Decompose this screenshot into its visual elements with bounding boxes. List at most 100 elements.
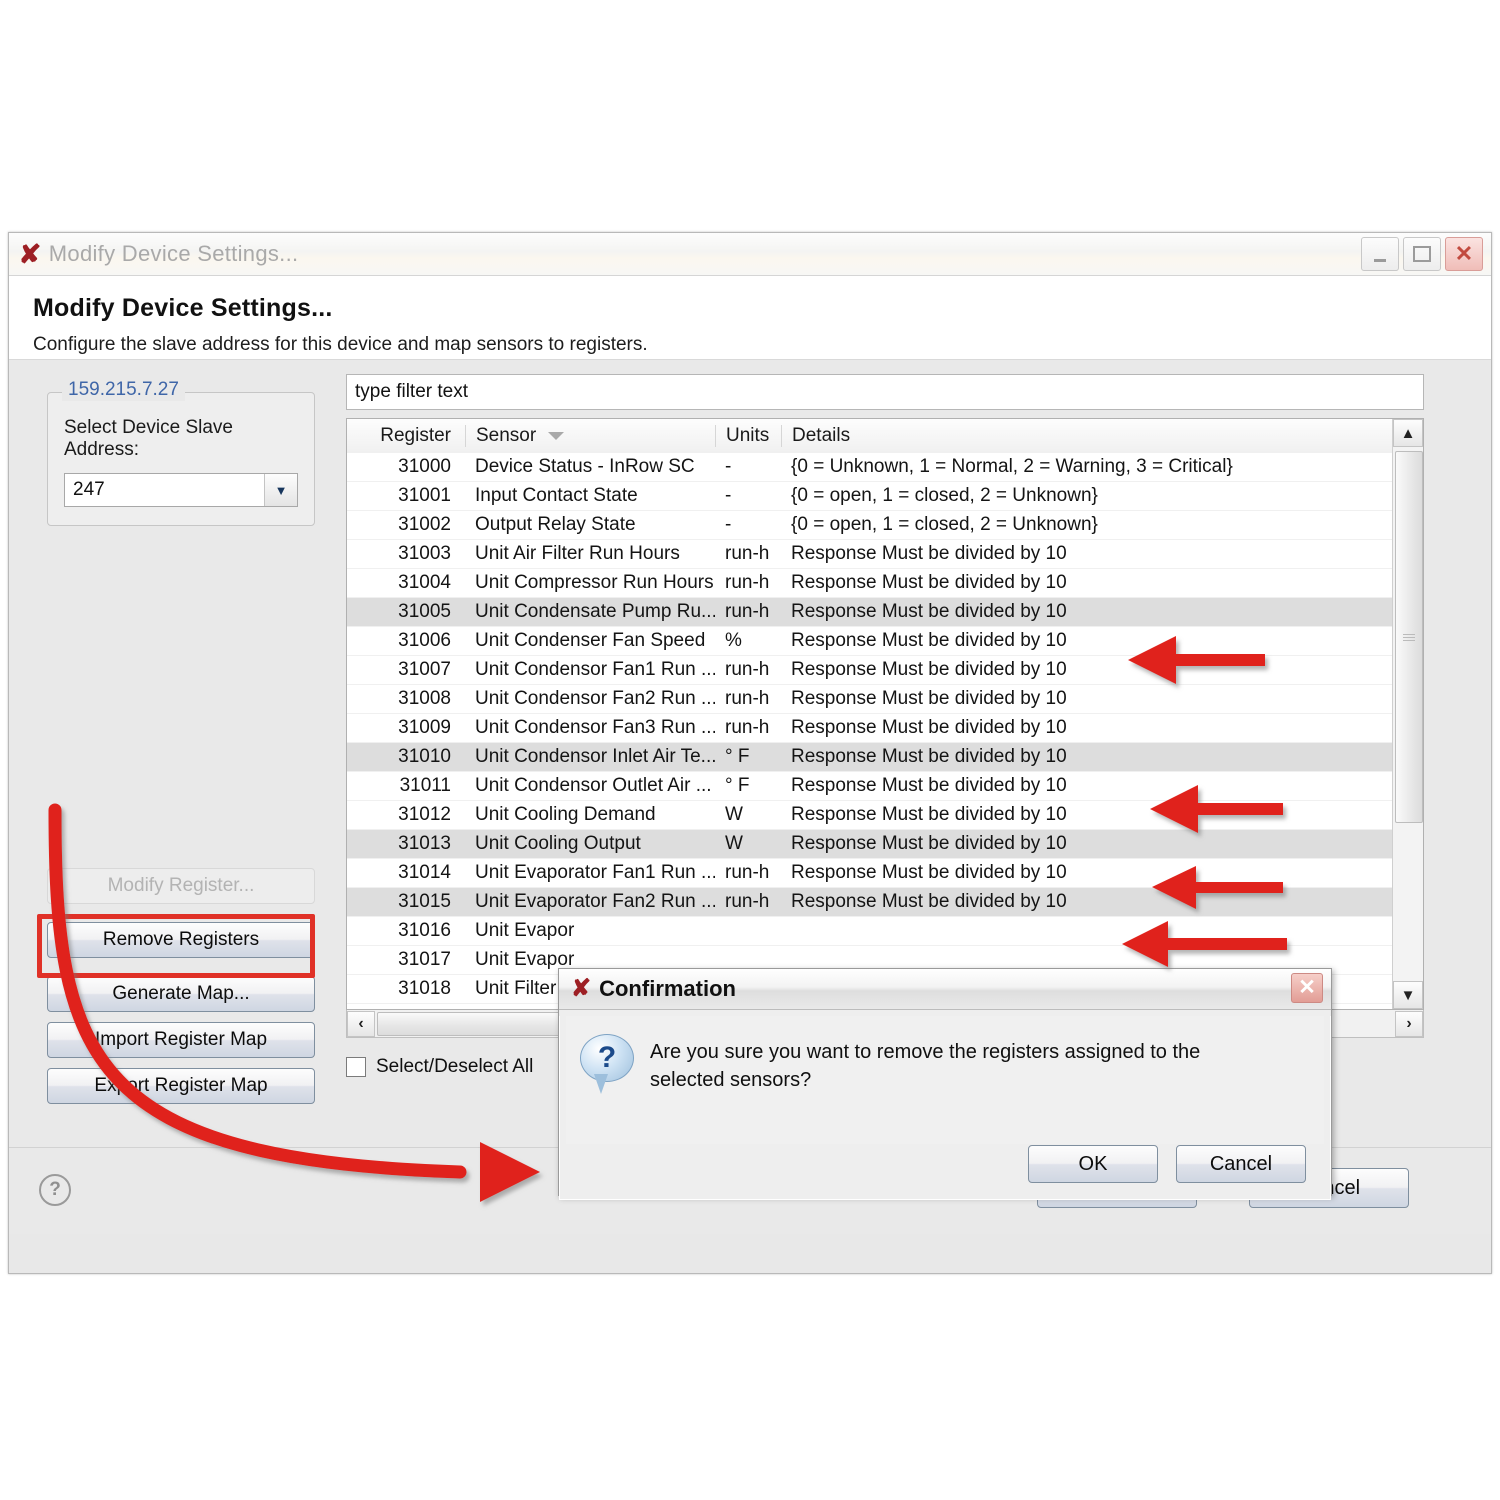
dialog-header: Modify Device Settings... Configure the …: [9, 276, 1491, 360]
confirmation-cancel-button[interactable]: Cancel: [1176, 1145, 1306, 1183]
cell-register: 31017: [398, 949, 451, 970]
table-body[interactable]: 31000 Device Status - InRow SC - {0 = Unkno…: [347, 453, 1423, 1009]
cell-units: ° F: [725, 775, 750, 796]
help-circle-icon[interactable]: ?: [39, 1174, 71, 1206]
table-row[interactable]: 31006 Unit Condenser Fan Speed% Response M…: [347, 627, 1423, 656]
remove-registers-button[interactable]: Remove Registers: [47, 922, 315, 958]
table-row[interactable]: 31012 Unit Cooling Demand W Response Must b…: [347, 801, 1423, 830]
cell-sensor: Output Relay State: [475, 514, 636, 535]
slave-address-group: 159.215.7.27 Select Device Slave Address…: [47, 379, 315, 526]
table-row[interactable]: 31005 Unit Condensate Pump Ru... run-h Resp…: [347, 598, 1423, 627]
table-row[interactable]: 31001 Input Contact State - {0 = open, 1 = …: [347, 482, 1423, 511]
cell-sensor: Unit Condenser Fan Speed: [475, 630, 706, 651]
confirmation-close-button[interactable]: ✕: [1291, 973, 1323, 1003]
table-row[interactable]: 31008 Unit Condensor Fan2 Run ... run-h Res…: [347, 685, 1423, 714]
table-row[interactable]: 31011 Unit Condensor Outlet Air ... ° F Res…: [347, 772, 1423, 801]
cell-sensor: Unit Air Filter Run Hours: [475, 543, 680, 564]
confirmation-message: Are you sure you want to remove the regi…: [650, 1041, 1201, 1091]
table-row[interactable]: 31010 Unit Condensor Inlet Air Te... ° F Re…: [347, 743, 1423, 772]
chevron-down-icon[interactable]: ▼: [264, 474, 297, 506]
register-actions: Modify Register... Remove Registers Gene…: [37, 868, 315, 1114]
confirmation-message-area: ? Are you sure you want to remove the re…: [566, 1016, 1324, 1144]
cell-sensor: Unit Condensor Fan3 Run ...: [475, 717, 715, 738]
scroll-up-button[interactable]: ▲: [1393, 419, 1423, 447]
select-deselect-all-checkbox[interactable]: [346, 1057, 366, 1077]
modify-register-button[interactable]: Modify Register...: [47, 868, 315, 904]
table-row[interactable]: 31004 Unit Compressor Run Hours run-h Respo…: [347, 569, 1423, 598]
vertical-scroll-thumb[interactable]: [1395, 451, 1423, 823]
column-header-register[interactable]: Register: [347, 425, 465, 447]
cell-register: 31018: [398, 978, 451, 999]
cell-sensor: Unit Condensor Fan1 Run ...: [475, 659, 715, 680]
cell-units: %: [725, 630, 742, 651]
cell-sensor: Unit Compressor Run Hours: [475, 572, 714, 593]
table-row[interactable]: 31009 Unit Condensor Fan3 Run ... run-h Res…: [347, 714, 1423, 743]
cell-sensor: Input Contact State: [475, 485, 638, 506]
generate-map-button[interactable]: Generate Map...: [47, 976, 315, 1012]
confirmation-body: ? Are you sure you want to remove the re…: [559, 1016, 1331, 1200]
slave-address-select[interactable]: 247 ▼: [64, 473, 298, 507]
cell-register: 31002: [398, 514, 451, 535]
cell-register: 31008: [398, 688, 451, 709]
cell-register: 31012: [398, 804, 451, 825]
table-row[interactable]: 31015 Unit Evaporator Fan2 Run ... run-h Re…: [347, 888, 1423, 917]
cell-sensor: Unit Cooling Demand: [475, 804, 656, 825]
column-header-sensor-label: Sensor: [476, 425, 537, 446]
confirmation-ok-button[interactable]: OK: [1028, 1145, 1158, 1183]
cell-register: 31009: [398, 717, 451, 738]
cell-details: Response Must be divided by 10: [791, 688, 1067, 709]
export-register-map-button[interactable]: Export Register Map: [47, 1068, 315, 1104]
window-titlebar: ✘ Modify Device Settings... ✕: [9, 233, 1491, 276]
table-row[interactable]: 31003 Unit Air Filter Run Hours run-h Respo…: [347, 540, 1423, 569]
cell-sensor: Unit Cooling Output: [475, 833, 641, 854]
cell-units: -: [725, 485, 732, 506]
scroll-right-button[interactable]: ›: [1395, 1010, 1423, 1037]
vertical-scrollbar[interactable]: ▲ ▼: [1392, 419, 1423, 1009]
close-button[interactable]: ✕: [1445, 237, 1483, 271]
maximize-button[interactable]: [1403, 237, 1441, 271]
page-title: Modify Device Settings...: [33, 294, 333, 322]
cell-sensor: Device Status - InRow SC: [475, 456, 695, 477]
minimize-button[interactable]: [1361, 237, 1399, 271]
cell-details: {0 = open, 1 = closed, 2 = Unknown}: [791, 514, 1098, 535]
column-header-details[interactable]: Details: [781, 425, 1423, 447]
close-icon: ✕: [1454, 241, 1474, 266]
cell-units: run-h: [725, 659, 770, 680]
scroll-left-button[interactable]: ‹: [347, 1010, 375, 1037]
table-row[interactable]: 31007 Unit Condensor Fan1 Run ... run-h Res…: [347, 656, 1423, 685]
cell-register: 31016: [398, 920, 451, 941]
sort-descending-icon: [548, 432, 565, 440]
table-row[interactable]: 31013 Unit Cooling Output W Response Must b…: [347, 830, 1423, 859]
cell-register: 31004: [398, 572, 451, 593]
table-row[interactable]: 31002 Output Relay State - {0 = open, 1 = c…: [347, 511, 1423, 540]
cell-details: Response Must be divided by 10: [791, 659, 1067, 680]
cell-register: 31007: [398, 659, 451, 680]
cell-units: run-h: [725, 891, 770, 912]
device-ip-address: 159.215.7.27: [62, 379, 185, 401]
window-controls: ✕: [1361, 237, 1483, 271]
cell-units: run-h: [725, 862, 770, 883]
question-icon-tail: [594, 1074, 608, 1094]
cell-units: run-h: [725, 543, 770, 564]
cell-register: 31010: [398, 746, 451, 767]
filter-input[interactable]: type filter text: [346, 374, 1424, 410]
slave-address-label: Select Device Slave Address:: [64, 417, 233, 460]
cell-units: -: [725, 514, 732, 535]
import-register-map-button[interactable]: Import Register Map: [47, 1022, 315, 1058]
cell-details: Response Must be divided by 10: [791, 862, 1067, 883]
cell-units: run-h: [725, 688, 770, 709]
table-row[interactable]: 31014 Unit Evaporator Fan1 Run ... run-h Re…: [347, 859, 1423, 888]
cell-register: 31011: [399, 775, 451, 796]
cell-details: Response Must be divided by 10: [791, 630, 1067, 651]
cell-details: Response Must be divided by 10: [791, 833, 1067, 854]
column-header-sensor[interactable]: Sensor: [465, 425, 715, 447]
cell-units: -: [725, 456, 732, 477]
table-row[interactable]: 31016 Unit Evapor: [347, 917, 1423, 946]
scroll-down-button[interactable]: ▼: [1393, 981, 1423, 1009]
cell-details: Response Must be divided by 10: [791, 543, 1067, 564]
register-table: Register Sensor Units Details 31000 Devic…: [346, 418, 1424, 1010]
window-title: Modify Device Settings...: [48, 241, 299, 266]
table-row[interactable]: 31000 Device Status - InRow SC - {0 = Unkno…: [347, 453, 1423, 482]
column-header-units[interactable]: Units: [715, 425, 781, 447]
page-subtitle: Configure the slave address for this dev…: [33, 334, 648, 355]
